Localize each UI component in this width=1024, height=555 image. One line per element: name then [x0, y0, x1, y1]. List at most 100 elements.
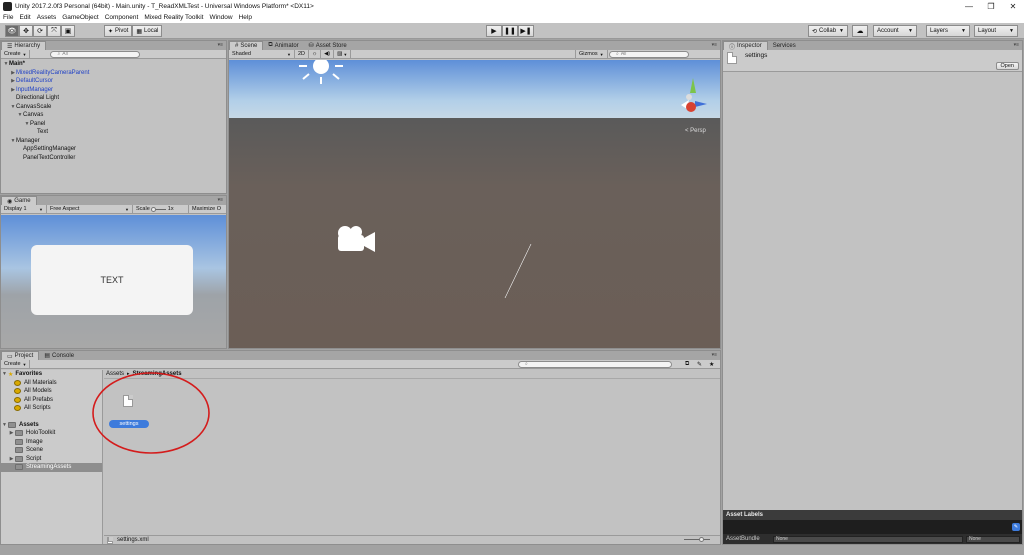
open-button[interactable]: Open	[995, 62, 1019, 70]
camera-icon[interactable]	[338, 226, 375, 252]
scale-tool-button[interactable]: ⤧	[47, 25, 61, 37]
menu-edit[interactable]: Edit	[19, 14, 30, 21]
project-search-input[interactable]: ⌕	[518, 360, 672, 368]
toggle-2d-button[interactable]: 2D	[295, 50, 310, 58]
asset-folder-item[interactable]: Image	[1, 438, 102, 447]
gizmos-dropdown[interactable]: Gizmos ▼	[575, 50, 608, 58]
orientation-gizmo[interactable]	[681, 78, 707, 112]
asset-folder-item[interactable]: ▶ Script	[1, 455, 102, 464]
cloud-button[interactable]: ☁	[852, 25, 868, 37]
tab-asset-store[interactable]: ⛁ Asset Store	[304, 41, 352, 50]
hierarchy-create-dropdown[interactable]: Create ▼	[1, 50, 31, 58]
minimize-button[interactable]: —	[958, 0, 980, 12]
local-toggle-button[interactable]: ▦ Local	[132, 25, 163, 37]
tab-inspector[interactable]: ⓘ Inspector	[723, 41, 768, 51]
asset-bundle-dropdown[interactable]: None	[773, 535, 963, 543]
display-dropdown[interactable]: Display 1 ▼	[1, 205, 47, 213]
project-create-dropdown[interactable]: Create ▼	[1, 360, 31, 368]
layers-dropdown[interactable]: Layers ▼	[926, 25, 970, 37]
hierarchy-item[interactable]: ▶ InputManager	[1, 86, 226, 95]
hierarchy-item[interactable]: Text	[1, 128, 226, 137]
tab-services[interactable]: Services	[768, 41, 801, 50]
favorite-item[interactable]: All Scripts	[1, 404, 102, 413]
hierarchy-item-label: PanelTextController	[23, 154, 76, 161]
aspect-dropdown[interactable]: Free Aspect ▼	[47, 205, 133, 213]
hierarchy-item[interactable]: Directional Light	[1, 94, 226, 103]
layout-dropdown[interactable]: Layout ▼	[974, 25, 1018, 37]
tab-hierarchy[interactable]: ☰ Hierarchy	[1, 41, 47, 50]
rotate-tool-button[interactable]: ⟳	[33, 25, 47, 37]
menu-assets[interactable]: Assets	[37, 14, 57, 21]
hierarchy-item[interactable]: ▼ Panel	[1, 120, 226, 129]
menu-mixed-reality-toolkit[interactable]: Mixed Reality Toolkit	[144, 14, 203, 21]
asset-folder-item[interactable]: ▶ HoloToolkit	[1, 429, 102, 438]
panel-menu-icon[interactable]: ▾≡	[1014, 42, 1019, 48]
hierarchy-item[interactable]: PanelTextController	[1, 154, 226, 163]
hand-tool-button[interactable]: 👁	[5, 25, 19, 37]
favorite-item[interactable]: All Models	[1, 387, 102, 396]
hierarchy-item[interactable]: ▶ DefaultCursor	[1, 77, 226, 86]
rect-tool-button[interactable]: ▣	[61, 25, 75, 37]
play-button[interactable]: ▶	[486, 25, 502, 37]
scale-slider[interactable]: Scale 1x	[133, 205, 189, 213]
panel-menu-icon[interactable]: ▾≡	[218, 197, 223, 203]
game-viewport[interactable]: TEXT	[1, 215, 226, 348]
icon-size-slider[interactable]	[684, 537, 710, 542]
asset-folder-item[interactable]: Scene	[1, 446, 102, 455]
tab-console[interactable]: ▤ Console	[39, 351, 79, 360]
audio-toggle[interactable]: ◀)	[321, 50, 335, 58]
asset-folder-item[interactable]: StreamingAssets	[1, 463, 102, 472]
tab-game[interactable]: ◉ Game	[1, 196, 37, 205]
favorites-header[interactable]: ▼ ★ Favorites	[1, 370, 102, 379]
hierarchy-item[interactable]: ▼ Canvas	[1, 111, 226, 120]
favorite-item[interactable]: All Prefabs	[1, 396, 102, 405]
tab-project[interactable]: ▭ Project	[1, 351, 40, 360]
hierarchy-item[interactable]: ▼ CanvasScale	[1, 103, 226, 112]
account-dropdown[interactable]: Account ▼	[873, 25, 917, 37]
hierarchy-item[interactable]: ▼ Manager	[1, 137, 226, 146]
tab-animator[interactable]: ⧉ Animator	[263, 41, 303, 50]
hierarchy-item[interactable]: AppSettingManager	[1, 145, 226, 154]
menu-help[interactable]: Help	[239, 14, 252, 21]
favorite-search-icon[interactable]: ★	[709, 361, 714, 368]
asset-labels-header[interactable]: Asset Labels	[723, 510, 1022, 520]
panel-menu-icon[interactable]: ▾≡	[712, 42, 717, 48]
pause-button[interactable]: ❚❚	[502, 25, 518, 37]
menu-window[interactable]: Window	[209, 14, 232, 21]
favorite-item[interactable]: All Materials	[1, 379, 102, 388]
hierarchy-item[interactable]: ▶ MixedRealityCameraParent	[1, 69, 226, 78]
search-filter-type-icon[interactable]: ⧉	[685, 361, 689, 368]
asset-bundle-variant-dropdown[interactable]: None	[966, 535, 1020, 543]
perspective-label[interactable]: < Persp	[685, 128, 707, 134]
maximize-on-play-toggle[interactable]: Maximize O	[189, 205, 224, 213]
assets-header[interactable]: ▼ Assets	[1, 421, 102, 430]
search-filter-label-icon[interactable]: ✎	[697, 361, 702, 368]
panel-gizmo-quad[interactable]	[504, 243, 532, 299]
effects-dropdown[interactable]: ▨ ▼	[334, 50, 352, 58]
slider-thumb[interactable]	[699, 537, 704, 542]
slider-thumb[interactable]	[150, 206, 156, 212]
chevron-right-icon[interactable]: ▶	[8, 456, 15, 462]
step-button[interactable]: ▶❚	[518, 25, 534, 37]
maximize-button[interactable]: ❐	[980, 0, 1002, 12]
chevron-right-icon[interactable]: ▶	[8, 430, 15, 436]
tab-scene[interactable]: # Scene	[229, 41, 264, 50]
collab-dropdown[interactable]: ⟲ Collab ▼	[808, 25, 848, 37]
directional-light-icon[interactable]	[299, 60, 343, 84]
panel-menu-icon[interactable]: ▾≡	[218, 42, 223, 48]
lighting-toggle[interactable]: ☼	[309, 50, 322, 58]
menu-component[interactable]: Component	[105, 14, 139, 21]
move-tool-button[interactable]: ✥	[19, 25, 33, 37]
scene-search-input[interactable]: ⌕ All	[609, 50, 689, 58]
close-button[interactable]: ✕	[1002, 0, 1024, 12]
hierarchy-item[interactable]: ▼ Main*	[1, 60, 226, 69]
menu-file[interactable]: File	[3, 14, 13, 21]
shading-mode-dropdown[interactable]: Shaded ▼	[229, 50, 295, 58]
scene-viewport[interactable]: < Persp	[229, 60, 720, 348]
folder-icon	[15, 455, 23, 462]
menu-gameobject[interactable]: GameObject	[62, 14, 99, 21]
tag-icon[interactable]: ✎	[1012, 523, 1020, 531]
panel-menu-icon[interactable]: ▾≡	[712, 352, 717, 358]
pivot-toggle-button[interactable]: ✦ Pivot	[104, 25, 133, 37]
hierarchy-search-input[interactable]: ⌕ All	[50, 50, 141, 58]
